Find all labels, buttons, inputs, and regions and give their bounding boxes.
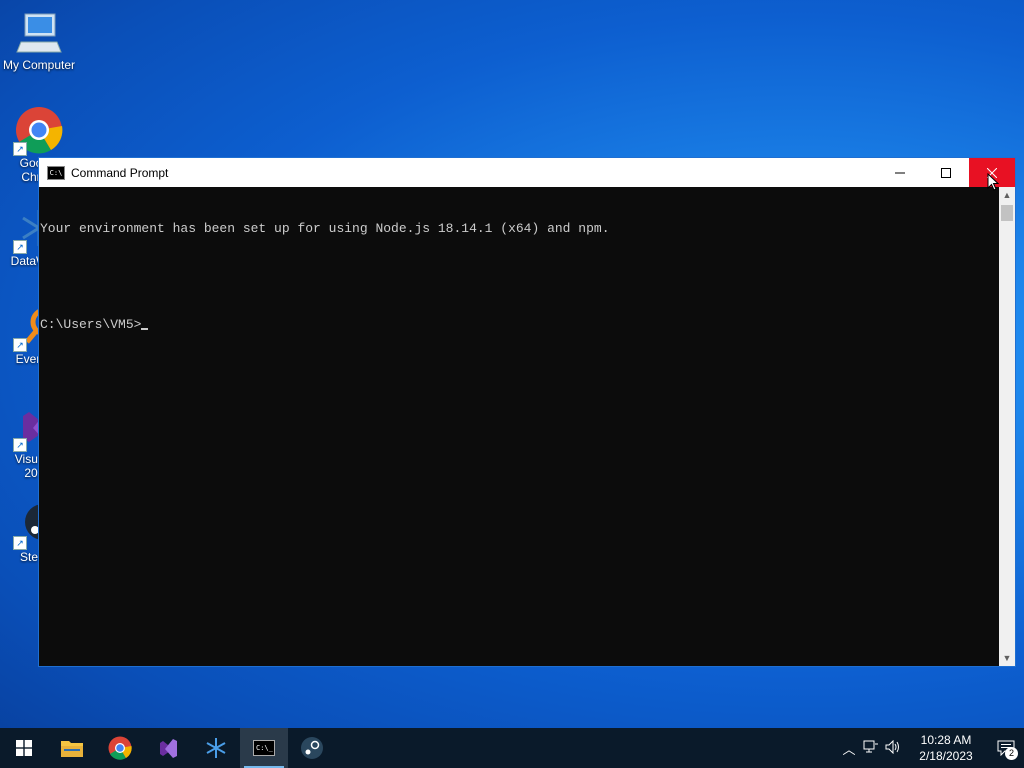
minimize-button[interactable] [877, 158, 923, 187]
maximize-button[interactable] [923, 158, 969, 187]
cmd-icon: C:\ [47, 165, 65, 180]
desktop-icon-my-computer[interactable]: My Computer [0, 8, 78, 72]
visual-studio-icon [160, 739, 177, 758]
steam-icon [301, 737, 323, 759]
taskbar-file-explorer[interactable] [48, 728, 96, 768]
taskbar-visual-studio[interactable] [144, 728, 192, 768]
datawrangler-icon [206, 738, 226, 758]
action-center-button[interactable]: 2 [988, 728, 1024, 768]
taskbar-datawrangler[interactable] [192, 728, 240, 768]
scroll-down-icon[interactable]: ▼ [999, 650, 1015, 666]
maximize-icon [941, 167, 951, 178]
network-icon[interactable] [860, 740, 882, 757]
clock-date: 2/18/2023 [919, 749, 973, 763]
folder-icon [61, 741, 83, 757]
console-output[interactable]: Your environment has been set up for usi… [39, 187, 999, 666]
system-tray: ︿ 10:28 AM 2/18/2023 2 [838, 728, 1024, 768]
volume-icon[interactable] [882, 739, 904, 757]
window-title: Command Prompt [71, 165, 169, 180]
notification-count-badge: 2 [1005, 747, 1018, 760]
vertical-scrollbar[interactable]: ▲ ▼ [999, 187, 1015, 666]
mouse-pointer-icon [987, 173, 999, 191]
console-prompt: C:\Users\VM5> [40, 317, 142, 332]
taskbar: C:\_ ︿ 10:28 AM 2/18/2023 2 [0, 728, 1024, 768]
title-bar[interactable]: C:\ Command Prompt [39, 158, 1015, 187]
console-prompt-line: C:\Users\VM5> [40, 317, 998, 333]
windows-icon [16, 740, 32, 756]
console-line: Your environment has been set up for usi… [40, 221, 610, 236]
desktop-icon-label: My Computer [2, 58, 76, 72]
shortcut-arrow-icon: ↗ [13, 338, 27, 352]
computer-icon [15, 8, 63, 56]
text-cursor [141, 328, 149, 330]
taskbar-command-prompt[interactable]: C:\_ [240, 728, 288, 768]
minimize-icon [895, 172, 905, 173]
clock-time: 10:28 AM [920, 733, 972, 747]
scrollbar-thumb[interactable] [1001, 205, 1013, 221]
start-button[interactable] [0, 728, 48, 768]
show-hidden-icons-icon[interactable]: ︿ [838, 739, 860, 758]
shortcut-arrow-icon: ↗ [13, 142, 27, 156]
shortcut-arrow-icon: ↗ [13, 536, 27, 550]
chrome-icon: ↗ [13, 106, 63, 156]
svg-text:C:\_: C:\_ [256, 744, 274, 752]
cmd-icon: C:\_ [253, 740, 275, 756]
scroll-up-icon[interactable]: ▲ [999, 187, 1015, 203]
clock[interactable]: 10:28 AM 2/18/2023 [910, 732, 982, 764]
command-prompt-window[interactable]: C:\ Command Prompt Your environment has … [38, 157, 1016, 667]
shortcut-arrow-icon: ↗ [13, 240, 27, 254]
taskbar-steam[interactable] [288, 728, 336, 768]
chrome-icon [108, 736, 132, 760]
shortcut-arrow-icon: ↗ [13, 438, 27, 452]
taskbar-chrome[interactable] [96, 728, 144, 768]
